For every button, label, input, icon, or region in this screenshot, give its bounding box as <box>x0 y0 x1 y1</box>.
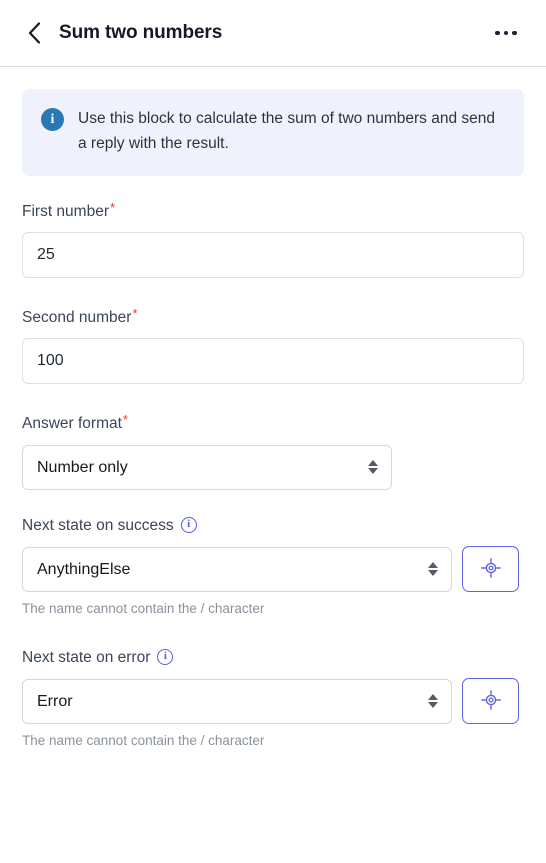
info-filled-icon: i <box>41 108 64 131</box>
second-number-label-text: Second number <box>22 308 132 326</box>
block-settings-panel: Sum two numbers i Use this block to calc… <box>0 0 546 863</box>
first-number-input[interactable] <box>22 231 524 278</box>
field-next-state-error: Next state on error i Error The name can… <box>22 648 524 750</box>
required-asterisk: * <box>110 199 116 215</box>
ellipsis-dot <box>512 30 517 36</box>
second-number-label: Second number * <box>22 305 524 327</box>
pick-error-state-button[interactable] <box>462 678 519 725</box>
back-button[interactable] <box>28 18 50 48</box>
answer-format-select[interactable]: Number only <box>22 444 392 490</box>
info-banner: i Use this block to calculate the sum of… <box>22 89 524 176</box>
next-state-success-select-wrap: AnythingElse <box>22 546 452 592</box>
field-first-number: First number * <box>22 199 524 278</box>
answer-format-label-text: Answer format <box>22 415 122 433</box>
pick-success-state-button[interactable] <box>462 546 519 593</box>
field-next-state-success: Next state on success i AnythingElse The… <box>22 516 524 618</box>
info-outline-icon[interactable]: i <box>180 516 197 533</box>
next-state-success-select[interactable]: AnythingElse <box>22 546 452 592</box>
field-answer-format: Answer format * Number only <box>22 412 524 490</box>
ellipsis-dot <box>503 30 509 36</box>
page-title: Sum two numbers <box>59 22 223 43</box>
field-second-number: Second number * <box>22 305 524 385</box>
answer-format-row: Number only <box>22 444 524 490</box>
panel-header: Sum two numbers <box>0 0 546 67</box>
first-number-label: First number * <box>22 199 524 221</box>
next-state-error-label-text: Next state on error <box>22 648 151 666</box>
panel-body: i Use this block to calculate the sum of… <box>0 67 546 750</box>
crosshair-target-icon <box>480 557 501 581</box>
required-asterisk: * <box>132 305 138 321</box>
next-state-success-label: Next state on success i <box>22 516 524 535</box>
info-outline-icon[interactable]: i <box>157 648 174 665</box>
chevron-left-icon <box>28 22 41 44</box>
ellipsis-horizontal-icon <box>495 30 500 36</box>
answer-format-select-wrap: Number only <box>22 444 392 490</box>
info-banner-text: Use this block to calculate the sum of t… <box>78 110 495 152</box>
answer-format-label: Answer format * <box>22 412 524 433</box>
next-state-error-helper: The name cannot contain the / character <box>22 733 265 749</box>
next-state-error-label: Next state on error i <box>22 648 524 667</box>
next-state-error-select-wrap: Error <box>22 678 452 724</box>
more-options-button[interactable] <box>488 15 524 51</box>
next-state-error-row: Error <box>22 678 524 725</box>
next-state-error-select[interactable]: Error <box>22 678 452 724</box>
first-number-label-text: First number <box>22 202 109 220</box>
crosshair-target-icon <box>480 689 501 713</box>
next-state-success-helper: The name cannot contain the / character <box>22 601 265 617</box>
required-asterisk: * <box>122 412 128 428</box>
next-state-success-row: AnythingElse <box>22 546 524 593</box>
next-state-success-label-text: Next state on success <box>22 516 174 534</box>
second-number-input[interactable] <box>22 338 524 385</box>
